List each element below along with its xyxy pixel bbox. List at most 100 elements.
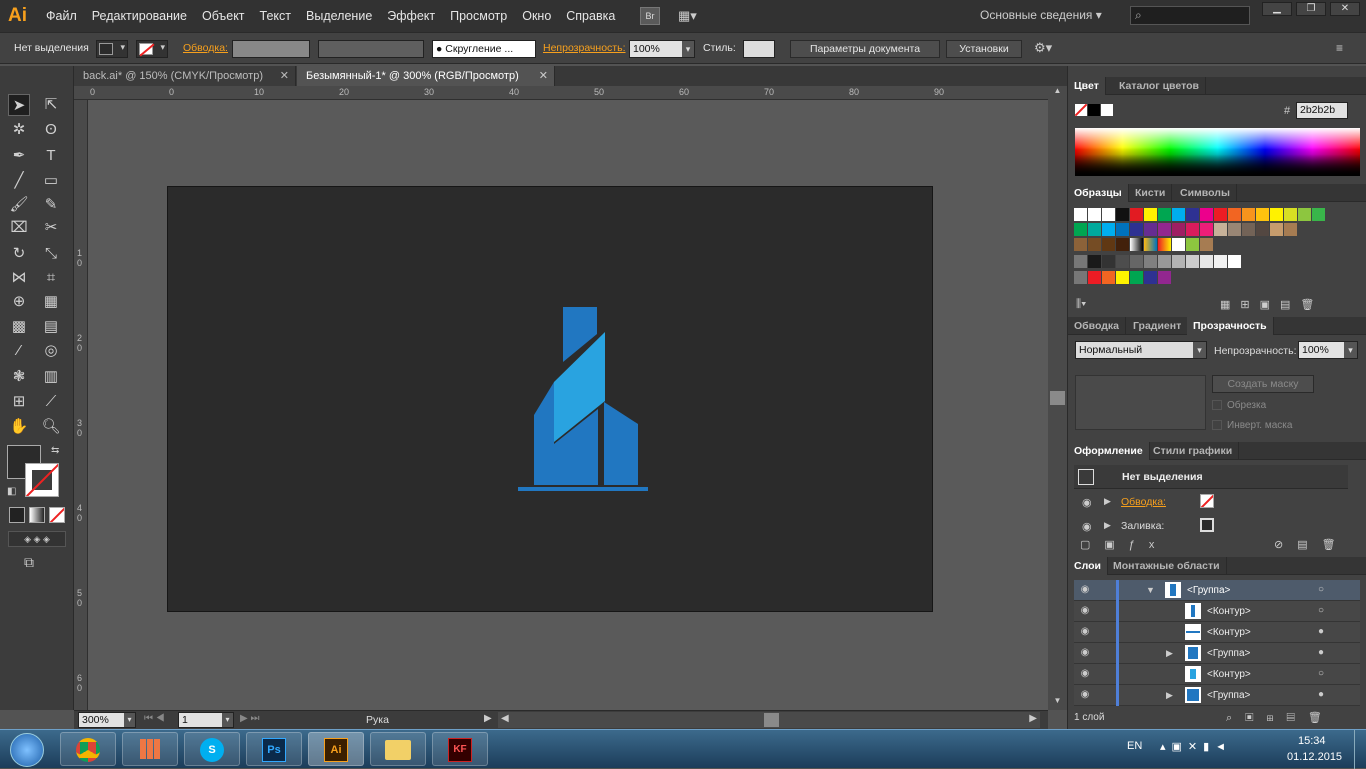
line-tool-icon[interactable]: ╱ [8,170,30,192]
opacity-label[interactable]: Непрозрачность: [543,42,626,54]
appearance-stroke-label[interactable]: Обводка: [1121,496,1166,508]
layer-name[interactable]: <Группа> [1207,690,1250,701]
visibility-eye-icon[interactable]: ◉ [1078,647,1092,659]
menu-window[interactable]: Окно [522,9,551,23]
stroke-swatch[interactable]: ▾ [136,40,168,58]
arrange-documents-icon[interactable]: ▦▾ [678,8,706,24]
black-color-swatch[interactable] [1088,104,1100,116]
tab-brushes[interactable]: Кисти [1129,184,1173,202]
taskbar-game[interactable]: KF [432,732,488,766]
appearance-fill-row[interactable]: ◉ ▶ Заливка: [1074,515,1348,537]
menu-view[interactable]: Просмотр [450,9,507,23]
swatch[interactable] [1074,208,1087,221]
artboard-field[interactable]: 1 ▾ [178,712,234,728]
swatch[interactable] [1200,208,1213,221]
swatch[interactable] [1214,223,1227,236]
swatch[interactable] [1172,255,1185,268]
shape-builder-tool-icon[interactable]: ⊕ [8,291,30,313]
swatch[interactable] [1130,271,1143,284]
layer-name[interactable]: <Контур> [1207,669,1251,680]
invert-mask-checkbox[interactable] [1212,420,1222,430]
visibility-eye-icon[interactable]: ◉ [1078,668,1092,680]
swatch[interactable] [1102,238,1115,251]
rotate-tool-icon[interactable]: ↻ [8,243,30,265]
screen-mode-icon[interactable]: ⧉ [24,554,34,571]
artboard-tool-icon[interactable]: ⊞ [8,391,30,413]
swatch[interactable] [1116,255,1129,268]
swatch[interactable] [1228,223,1241,236]
variable-width-field[interactable] [318,40,424,58]
minimize-button[interactable]: ▁ [1262,2,1292,16]
taskbar-illustrator[interactable]: Ai [308,732,364,766]
layer-name[interactable]: <Контур> [1207,627,1251,638]
column-graph-tool-icon[interactable]: ▥ [40,366,62,388]
graphic-style-picker[interactable] [743,40,775,58]
swatch[interactable] [1144,223,1157,236]
swatch[interactable] [1298,208,1311,221]
paintbrush-tool-icon[interactable]: 🖌 [8,194,30,216]
swatch[interactable] [1228,208,1241,221]
menu-object[interactable]: Объект [202,9,245,23]
stroke-label[interactable]: Обводка: [183,42,228,54]
visibility-eye-icon[interactable]: ◉ [1078,605,1092,617]
menu-select[interactable]: Выделение [306,9,372,23]
swatch[interactable] [1102,255,1115,268]
blend-mode-select[interactable]: Нормальный ▾ [1075,341,1207,359]
zoom-field[interactable]: 300% ▾ [78,712,136,728]
swatch[interactable] [1172,238,1185,251]
layer-row-path[interactable]: ◉ <Контур> ○ [1074,664,1360,685]
swatch[interactable] [1158,223,1171,236]
menu-effect[interactable]: Эффект [387,9,435,23]
swatch[interactable] [1284,223,1297,236]
swatch[interactable] [1158,271,1171,284]
color-mode-icon[interactable] [9,507,25,523]
menu-edit[interactable]: Редактирование [92,9,187,23]
tab-back-ai[interactable]: back.ai* @ 150% (CMYK/Просмотр) ✕ [74,66,296,86]
language-indicator[interactable]: EN [1127,740,1142,752]
brush-definition-field[interactable]: ● Скругление ... [432,40,536,58]
lasso-tool-icon[interactable]: ʘ [40,119,62,141]
swatch[interactable] [1116,238,1129,251]
taskbar-apps[interactable] [122,732,178,766]
swatch[interactable] [1284,208,1297,221]
menu-help[interactable]: Справка [566,9,615,23]
visibility-eye-icon[interactable]: ◉ [1078,584,1092,596]
expand-arrow-icon[interactable]: ▶ [1104,520,1111,531]
appearance-actions-icons[interactable]: ▢▣ƒx [1080,538,1168,551]
transparency-opacity-field[interactable]: 100% ▾ [1298,341,1358,359]
swatch-folder-icon[interactable] [1074,271,1087,284]
zoom-tool-icon[interactable]: 🔍︎ [40,416,62,438]
none-mode-icon[interactable] [49,507,65,523]
layer-name[interactable]: <Группа> [1207,648,1250,659]
swatch[interactable] [1102,223,1115,236]
start-button[interactable] [10,733,44,767]
target-filled-icon[interactable]: ● [1318,647,1324,658]
opacity-field[interactable]: 100% ▾ [629,40,695,58]
layer-row-group[interactable]: ◉ ▼ <Группа> ○ [1074,580,1360,601]
make-mask-button[interactable]: Создать маску [1212,375,1314,393]
swatch-folder-icon[interactable] [1074,255,1087,268]
preferences-button[interactable]: Установки [946,40,1022,58]
swatch[interactable] [1130,223,1143,236]
visibility-eye-icon[interactable]: ◉ [1078,626,1092,638]
tab-color[interactable]: Цвет [1068,77,1106,95]
hand-tool-icon[interactable]: ✋ [8,416,30,438]
gradient-tool-icon[interactable]: ▤ [40,316,62,338]
swatch[interactable] [1088,223,1101,236]
free-transform-tool-icon[interactable]: ⌗ [40,267,62,289]
blend-tool-icon[interactable]: ◎ [40,340,62,362]
swatch[interactable] [1088,255,1101,268]
close-tab-icon[interactable]: ✕ [280,66,289,86]
tab-appearance[interactable]: Оформление [1068,442,1150,460]
document-setup-button[interactable]: Параметры документа [790,40,940,58]
swatch-actions-icons[interactable]: ▦⊞▣▤🗑 [1220,298,1324,311]
workspace-switcher[interactable]: Основные сведения ▾ [980,8,1102,22]
tab-symbols[interactable]: Символы [1174,184,1237,202]
gradient-mode-icon[interactable] [29,507,45,523]
menu-file[interactable]: Файл [46,9,77,23]
tab-artboards[interactable]: Монтажные области [1107,557,1227,575]
swatch[interactable] [1172,208,1185,221]
clock-time[interactable]: 15:34 [1298,735,1326,747]
swap-colors-icon[interactable]: ⇆ [51,445,59,456]
swatch[interactable] [1130,255,1143,268]
